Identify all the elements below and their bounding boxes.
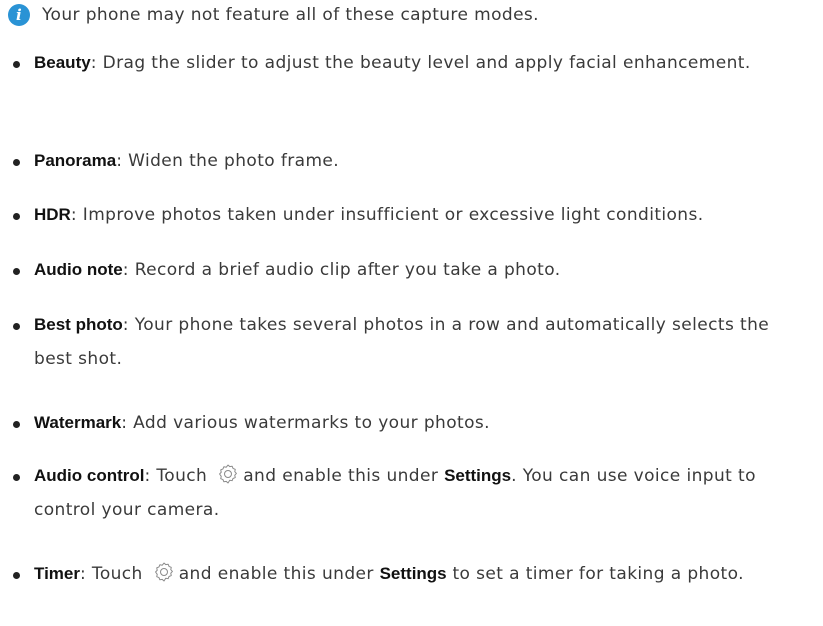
list-item-audio-note: Audio note: Record a brief audio clip af… <box>13 253 813 287</box>
description-post: to set a timer for taking a photo. <box>452 564 744 584</box>
bullet <box>13 213 20 220</box>
list-item-hdr: HDR: Improve photos taken under insuffic… <box>13 198 813 232</box>
term-audio-note: Audio note <box>34 260 123 279</box>
note-text: Your phone may not feature all of these … <box>42 5 539 25</box>
description: : Drag the slider to adjust the beauty l… <box>90 53 751 73</box>
document-page: i Your phone may not feature all of thes… <box>0 0 823 626</box>
bullet <box>13 159 20 166</box>
term-panorama: Panorama <box>34 151 117 170</box>
list-item-watermark: Watermark: Add various watermarks to you… <box>13 406 813 440</box>
info-note: i Your phone may not feature all of thes… <box>8 4 539 26</box>
description-mid: and enable this under <box>178 564 374 584</box>
description: : Widen the photo frame. <box>116 151 340 171</box>
description: : Record a brief audio clip after you ta… <box>122 260 561 280</box>
description-pre: : Touch <box>80 564 143 584</box>
description: : Improve photos taken under insufficien… <box>70 205 704 225</box>
list-item-audio-control: Audio control: Touch and enable this unde… <box>13 459 813 527</box>
term-watermark: Watermark <box>34 413 122 432</box>
list-item-best-photo: Best photo: Your phone takes several pho… <box>13 308 813 376</box>
settings-term: Settings <box>444 466 512 485</box>
bullet <box>13 61 20 68</box>
settings-gear-icon <box>153 561 175 583</box>
term-audio-control: Audio control <box>34 466 145 485</box>
list-item-timer: Timer: Touch and enable this under Settin… <box>13 557 813 591</box>
term-hdr: HDR <box>34 205 71 224</box>
term-best-photo: Best photo <box>34 315 123 334</box>
description-mid: and enable this under <box>243 466 439 486</box>
list-item-panorama: Panorama: Widen the photo frame. <box>13 144 813 178</box>
description: : Add various watermarks to your photos. <box>121 413 490 433</box>
bullet <box>13 323 20 330</box>
info-icon: i <box>8 4 30 26</box>
term-beauty: Beauty <box>34 53 91 72</box>
bullet <box>13 572 20 579</box>
bullet <box>13 421 20 428</box>
description-pre: : Touch <box>144 466 208 486</box>
description: : Your phone takes several photos in a r… <box>34 315 770 369</box>
settings-term: Settings <box>379 564 447 583</box>
term-timer: Timer <box>34 564 80 583</box>
list-item-beauty: Beauty: Drag the slider to adjust the be… <box>13 46 813 80</box>
bullet <box>13 268 20 275</box>
settings-gear-icon <box>217 463 239 485</box>
bullet <box>13 474 20 481</box>
